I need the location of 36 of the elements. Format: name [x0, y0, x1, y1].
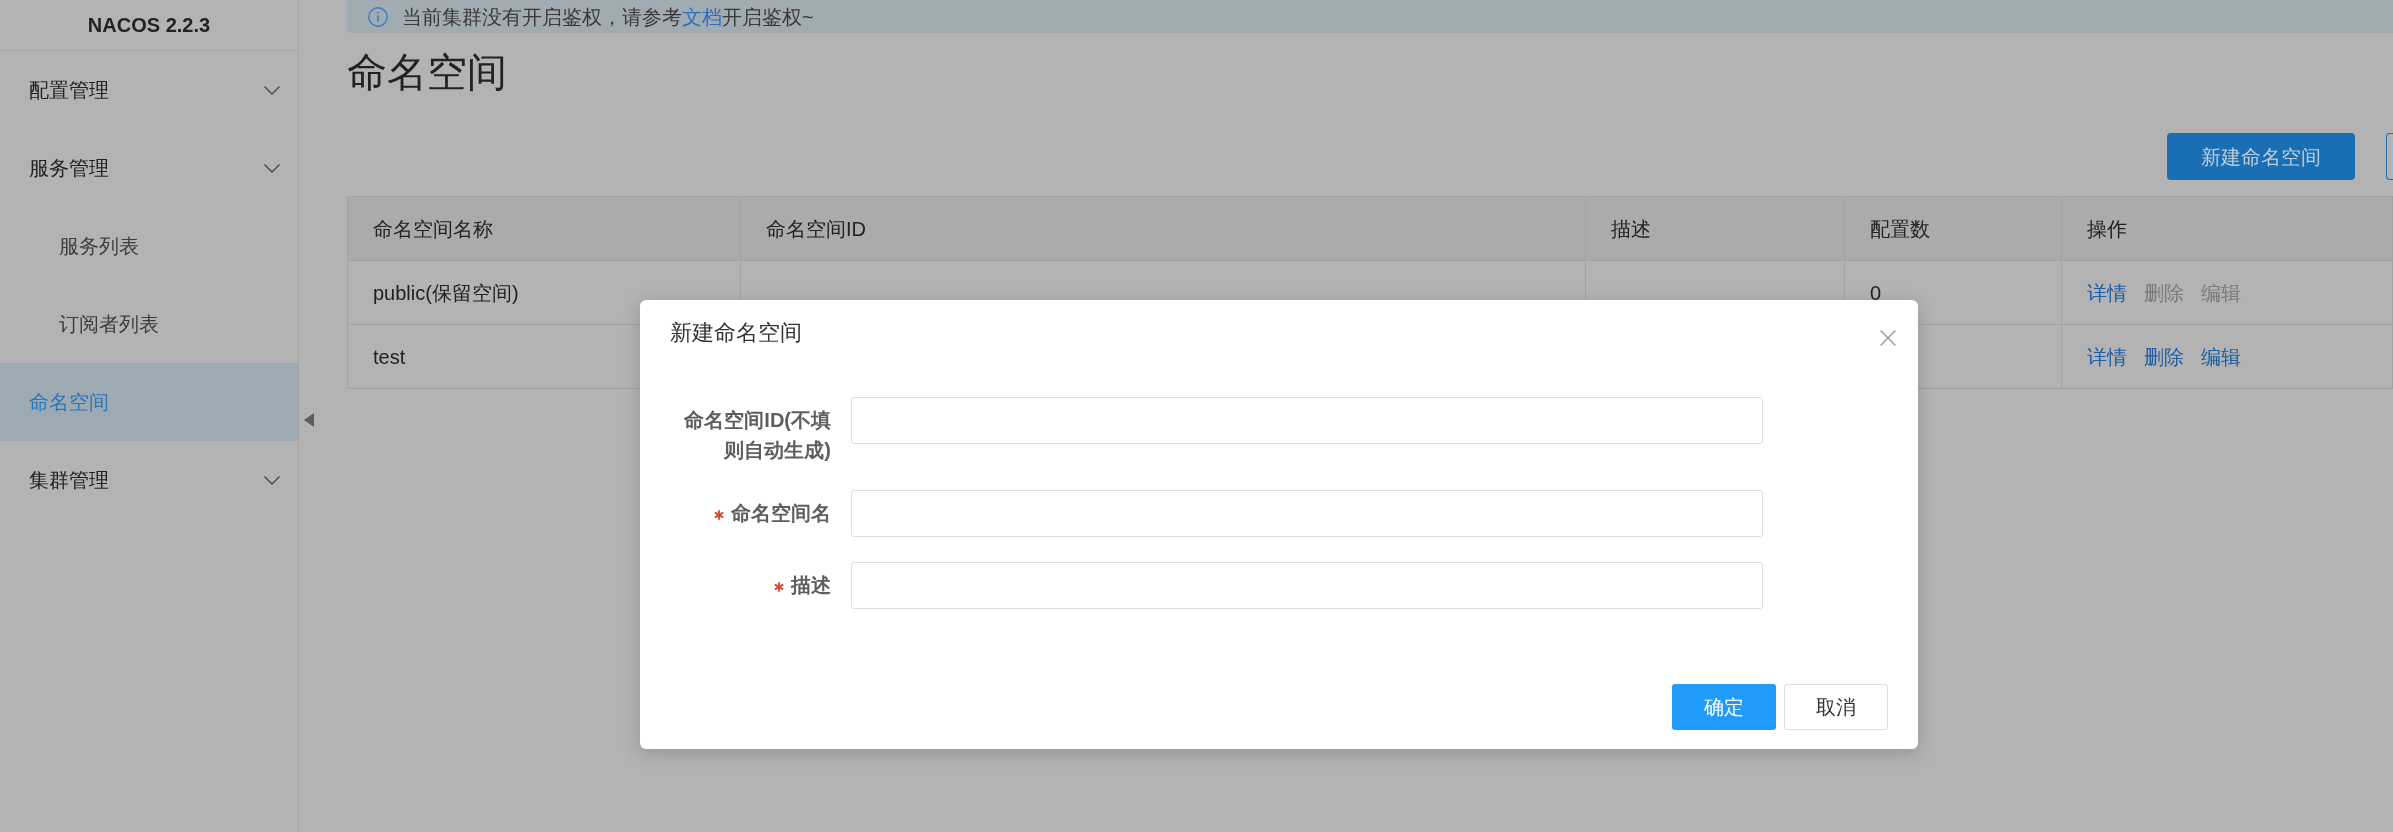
sidebar-item[interactable]: 服务列表 [0, 207, 298, 285]
action-link[interactable]: 详情 [2087, 277, 2127, 308]
confirm-button[interactable]: 确定 [1672, 684, 1776, 730]
input-field[interactable] [851, 397, 1763, 444]
collapse-triangle-icon[interactable] [304, 413, 314, 427]
chevron-down-icon [264, 163, 280, 173]
action-link[interactable]: 删除 [2144, 341, 2184, 372]
action-link[interactable]: 详情 [2087, 341, 2127, 372]
field-label: 命名空间ID(不填则自动生成) [683, 408, 831, 463]
action-link[interactable]: 编辑 [2201, 341, 2241, 372]
close-icon [1880, 330, 1896, 346]
sidebar-item[interactable]: 集群管理 [0, 441, 298, 519]
column-header: 配置数 [1845, 197, 2062, 261]
column-header: 命名空间名称 [348, 197, 741, 261]
field-label: 描述 [791, 573, 831, 598]
create-namespace-button[interactable]: 新建命名空间 [2167, 133, 2355, 180]
sidebar-item[interactable]: 命名空间 [0, 363, 298, 441]
input-field[interactable] [851, 562, 1763, 609]
app-logo: NACOS 2.2.3 [87, 13, 211, 38]
close-button[interactable] [1880, 330, 1896, 346]
sidebar-item[interactable]: 订阅者列表 [0, 285, 298, 363]
chevron-down-icon [264, 85, 280, 95]
notice-text: 当前集群没有开启鉴权，请参考文档开启鉴权~ [402, 4, 814, 29]
column-header: 操作 [2062, 197, 2393, 261]
column-header: 描述 [1586, 197, 1845, 261]
input-field[interactable] [851, 490, 1763, 537]
cut-off-button[interactable] [2386, 133, 2393, 180]
column-header: 命名空间ID [741, 197, 1586, 261]
field-label: 命名空间名 [731, 501, 831, 526]
docs-link[interactable]: 文档 [682, 5, 722, 28]
chevron-down-icon [264, 475, 280, 485]
cancel-button[interactable]: 取消 [1784, 684, 1888, 730]
info-icon [368, 6, 388, 27]
page-title: 命名空间 [347, 49, 508, 96]
sidebar-item[interactable]: 配置管理 [0, 51, 298, 129]
sidebar-item[interactable]: 服务管理 [0, 129, 298, 207]
